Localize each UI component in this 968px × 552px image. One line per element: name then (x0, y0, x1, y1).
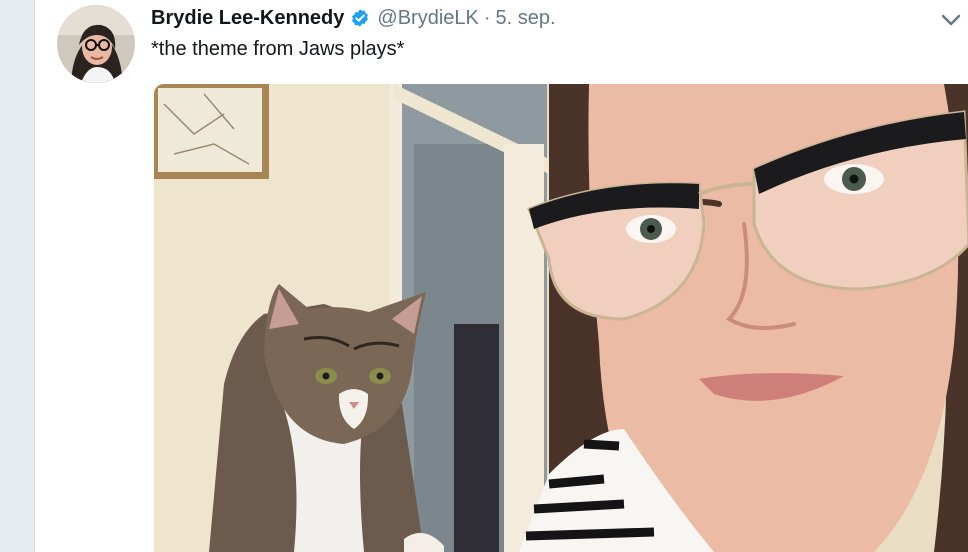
tweet-header: Brydie Lee-Kennedy @BrydieLK · 5. sep. (151, 6, 556, 30)
tweet-card[interactable]: Brydie Lee-Kennedy @BrydieLK · 5. sep. *… (34, 0, 968, 552)
display-name[interactable]: Brydie Lee-Kennedy (151, 7, 344, 30)
user-handle[interactable]: @BrydieLK (377, 7, 478, 30)
verified-badge-icon (350, 8, 370, 28)
header-separator: · (483, 6, 491, 29)
tweet-photo[interactable] (154, 84, 968, 552)
tweet-text: *the theme from Jaws plays* (151, 38, 405, 60)
avatar[interactable] (57, 5, 135, 83)
timeline-gutter (0, 0, 34, 552)
chevron-down-icon[interactable] (938, 10, 964, 30)
tweet-date[interactable]: 5. sep. (496, 7, 556, 30)
